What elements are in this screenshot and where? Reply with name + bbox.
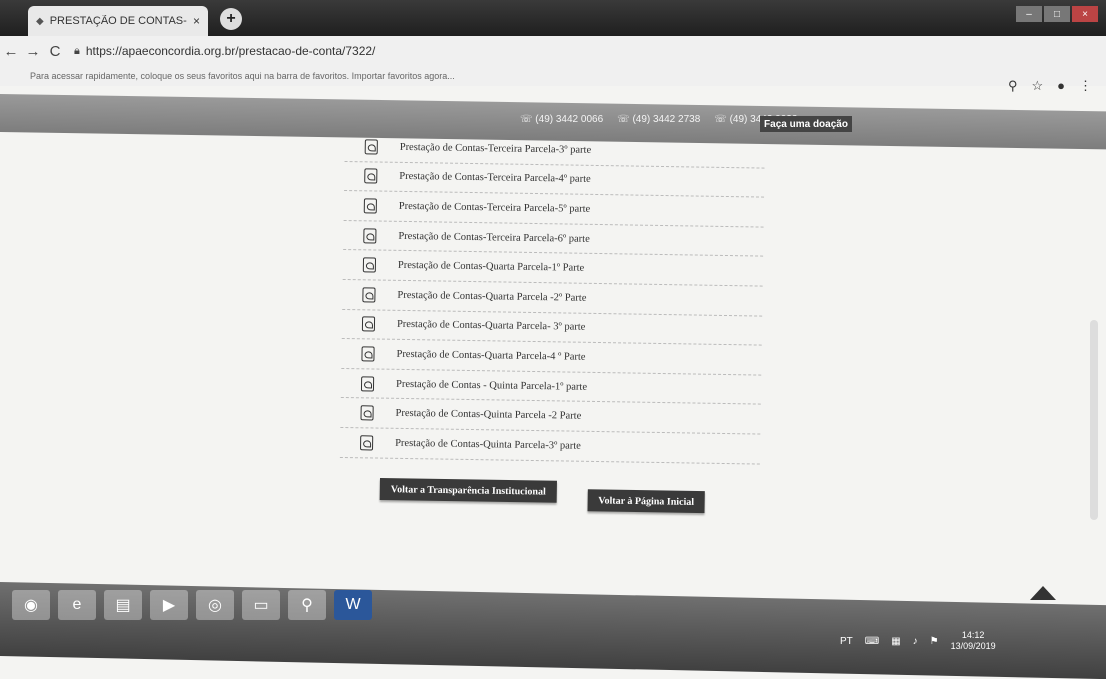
bookmarks-hint[interactable]: Para acessar rapidamente, coloque os seu…: [30, 71, 455, 81]
url-field[interactable]: https://apaeconcordia.org.br/prestacao-d…: [86, 44, 376, 58]
document-link[interactable]: Prestação de Contas - Quinta Parcela-1º …: [396, 378, 587, 392]
browser-menu-icon[interactable]: ⋮: [1079, 78, 1092, 94]
maximize-button[interactable]: □: [1044, 6, 1070, 22]
pdf-icon[interactable]: [360, 405, 374, 421]
document-link[interactable]: Prestação de Contas-Terceira Parcela-3º …: [400, 142, 592, 156]
taskbar-apps: ◉ e ▤ ▶ ◎ ▭ ⚲ W: [12, 590, 372, 620]
bookmark-star-icon[interactable]: ☆: [1031, 78, 1043, 94]
clock-date: 13/09/2019: [950, 641, 996, 651]
phone-1[interactable]: ☏ (49) 3442 0066: [520, 114, 603, 125]
scrollbar[interactable]: [1090, 320, 1098, 520]
browser-tab-bar: ◆ PRESTAÇÃO DE CONTAS-TERAS × + – □ ×: [0, 0, 1106, 36]
pdf-icon[interactable]: [362, 257, 377, 273]
new-tab-button[interactable]: +: [220, 8, 242, 30]
browser-toolbar-right: ⚲ ☆ ● ⋮: [1008, 78, 1092, 94]
window-controls: – □ ×: [1016, 6, 1098, 22]
file-explorer-icon[interactable]: ▤: [104, 590, 142, 620]
system-tray: PT ⌨ ▦ ♪ ⚑ 14:12 13/09/2019: [840, 630, 996, 652]
phone-number: (49) 3442 0066: [535, 114, 604, 125]
zoom-icon[interactable]: ⚲: [1008, 78, 1018, 94]
address-bar: ← → C 🔒︎ https://apaeconcordia.org.br/pr…: [0, 36, 1106, 66]
favicon-icon: ◆: [36, 15, 44, 27]
clock-time: 14:12: [961, 630, 985, 640]
pdf-icon[interactable]: [363, 198, 377, 214]
back-to-home-button[interactable]: Voltar à Página Inicial: [587, 489, 705, 514]
keyboard-icon[interactable]: ⌨: [865, 636, 879, 647]
browser-tab[interactable]: ◆ PRESTAÇÃO DE CONTAS-TERAS ×: [28, 6, 208, 36]
document-link[interactable]: Prestação de Contas-Quarta Parcela-4 º P…: [396, 349, 585, 363]
document-link[interactable]: Prestação de Contas-Quarta Parcela-1º Pa…: [398, 260, 585, 274]
tab-title: PRESTAÇÃO DE CONTAS-TERAS: [49, 15, 187, 27]
tab-close-icon[interactable]: ×: [193, 14, 200, 28]
back-arrow-icon[interactable]: ←: [0, 43, 22, 60]
volume-icon[interactable]: ♪: [913, 636, 918, 647]
word-icon[interactable]: W: [334, 590, 372, 620]
account-icon[interactable]: ●: [1057, 78, 1065, 94]
navigation-buttons: Voltar a Transparência Institucional Vol…: [379, 478, 720, 514]
document-link[interactable]: Prestação de Contas-Quarta Parcela -2º P…: [397, 290, 586, 304]
search-app-icon[interactable]: ⚲: [288, 590, 326, 620]
pdf-icon[interactable]: [360, 435, 374, 451]
bookmarks-bar: Para acessar rapidamente, coloque os seu…: [0, 66, 1106, 86]
scroll-to-top-icon[interactable]: [1030, 586, 1056, 600]
lock-icon: 🔒︎: [74, 44, 80, 57]
start-button-icon[interactable]: ◉: [12, 590, 50, 620]
minimize-button[interactable]: –: [1016, 6, 1042, 22]
document-link[interactable]: Prestação de Contas-Terceira Parcela-4º …: [399, 171, 591, 185]
document-link[interactable]: Prestação de Contas-Terceira Parcela-6º …: [398, 230, 590, 244]
pdf-icon[interactable]: [364, 168, 378, 184]
chrome-icon[interactable]: ◎: [196, 590, 234, 620]
pdf-icon[interactable]: [364, 139, 378, 155]
pdf-icon[interactable]: [361, 316, 376, 332]
phone-2[interactable]: ☏ (49) 3442 2738: [617, 114, 700, 125]
reload-icon[interactable]: C: [44, 43, 66, 60]
document-link[interactable]: Prestação de Contas-Terceira Parcela-5º …: [399, 201, 591, 215]
window-close-button[interactable]: ×: [1072, 6, 1098, 22]
document-link[interactable]: Prestação de Contas-Quarta Parcela- 3º p…: [397, 319, 586, 333]
internet-explorer-icon[interactable]: e: [58, 590, 96, 620]
phone-number: (49) 3442 2738: [632, 114, 701, 125]
media-player-icon[interactable]: ▶: [150, 590, 188, 620]
language-indicator[interactable]: PT: [840, 636, 853, 647]
donate-button[interactable]: Faça uma doação: [760, 116, 852, 132]
document-list: Prestação de Contas-Terceira Parcela-3º …: [339, 132, 765, 465]
forward-arrow-icon[interactable]: →: [22, 43, 44, 60]
pdf-icon[interactable]: [361, 346, 375, 362]
flag-icon[interactable]: ⚑: [930, 636, 939, 647]
pdf-icon[interactable]: [360, 375, 375, 392]
back-to-transparency-button[interactable]: Voltar a Transparência Institucional: [379, 478, 557, 503]
document-row[interactable]: Prestação de Contas-Quinta Parcela-3º pa…: [339, 427, 761, 465]
contact-phones: ☏ (49) 3442 0066 ☏ (49) 3442 2738 ☏ (49)…: [520, 114, 797, 125]
pdf-icon[interactable]: [363, 227, 377, 244]
pdf-icon[interactable]: [362, 287, 376, 303]
network-icon[interactable]: ▦: [891, 636, 900, 647]
folder-icon[interactable]: ▭: [242, 590, 280, 620]
clock[interactable]: 14:12 13/09/2019: [951, 630, 996, 652]
document-link[interactable]: Prestação de Contas-Quinta Parcela -2 Pa…: [395, 408, 581, 422]
document-link[interactable]: Prestação de Contas-Quinta Parcela-3º pa…: [395, 438, 581, 452]
